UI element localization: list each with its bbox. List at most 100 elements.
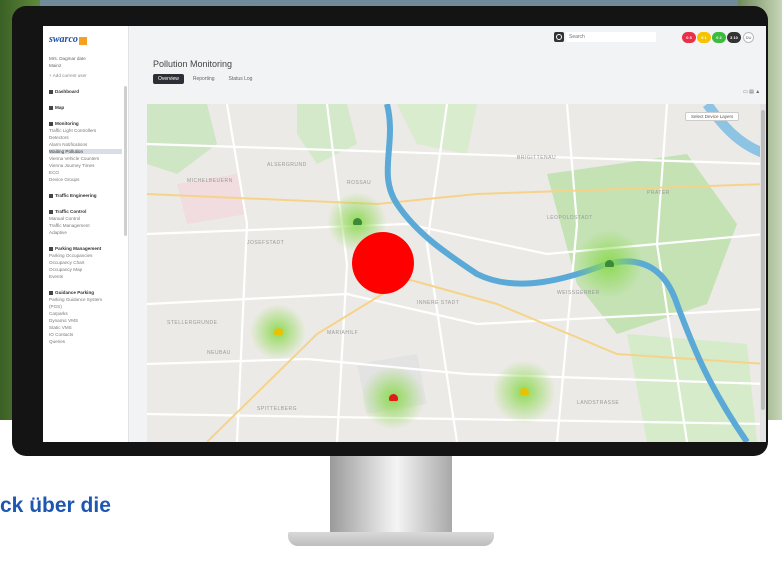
logo[interactable]: swarco: [49, 34, 122, 45]
status-pill-yellow[interactable]: 0 1: [697, 32, 711, 43]
view-toggle-icons[interactable]: ▭ ▤ ▲: [743, 89, 760, 95]
sidebar: swarco Mrs. Dagmar date Mainz + Add curr…: [43, 26, 129, 442]
parking-icon: [49, 246, 53, 251]
district-label: SPITTELBERG: [257, 406, 297, 412]
sidebar-section-label: Map: [55, 105, 65, 110]
district-label: PRATER: [647, 190, 670, 196]
sidebar-item-eco[interactable]: ECO: [49, 170, 122, 175]
sidebar-item-map[interactable]: Map: [49, 105, 122, 110]
search-input[interactable]: [566, 32, 656, 42]
sidebar-item-static-vms[interactable]: Static VMS: [49, 325, 122, 330]
district-label: ALSERGRUND: [267, 162, 307, 168]
district-label: LEOPOLDSTADT: [547, 215, 593, 221]
sidebar-item-detectors[interactable]: Detectors: [49, 135, 122, 140]
sensor-marker-red[interactable]: [389, 394, 398, 401]
district-label: ROSSAU: [347, 180, 371, 186]
user-role: Mainz: [49, 63, 62, 68]
sensor-marker-yellow[interactable]: [274, 328, 283, 335]
sidebar-section-label: Guidance Parking: [55, 290, 95, 295]
sidebar-item-carparks[interactable]: Carparks: [49, 311, 122, 316]
park-area: [147, 104, 217, 174]
sidebar-section-guidance[interactable]: Guidance Parking: [49, 290, 122, 295]
sidebar-section-label: Monitoring: [55, 121, 79, 126]
tab-reporting[interactable]: Reporting: [188, 74, 220, 84]
search-icon[interactable]: [554, 32, 564, 42]
sidebar-section-label: Traffic Control: [55, 209, 87, 214]
user-name: Mrs. Dagmar date: [49, 56, 86, 61]
sensor-marker-green[interactable]: [605, 260, 614, 267]
district-label: MICHELBEUERN: [187, 178, 233, 184]
logo-mark-icon: [78, 36, 87, 45]
district-label: STELLERGRUNDE: [167, 320, 218, 326]
sidebar-item-traffic-engineering[interactable]: Traffic Engineering: [49, 193, 122, 198]
sidebar-item-dashboard[interactable]: Dashboard: [49, 89, 122, 94]
sidebar-item-pollution[interactable]: Waiting Pollution: [49, 149, 122, 154]
sidebar-section-parking[interactable]: Parking Management: [49, 246, 122, 251]
sidebar-item-occupancy-chart[interactable]: Occupancy Chart: [49, 260, 122, 265]
district-label: JOSEFSTADT: [247, 240, 284, 246]
top-bar: 0 3 0 1 0 2 3 10 DU: [129, 26, 766, 48]
district-label: LANDSTRASSE: [577, 400, 619, 406]
engineering-icon: [49, 193, 53, 198]
status-pill-dark[interactable]: 3 10: [727, 32, 741, 43]
district-label: BRIGITTENAU: [517, 155, 556, 161]
sidebar-section-label: Traffic Engineering: [55, 193, 97, 198]
status-pill-label: 0 2: [716, 35, 722, 40]
tab-status-log[interactable]: Status Log: [224, 74, 258, 84]
status-pill-label: 0 3: [686, 35, 692, 40]
district-label: MARIAHILF: [327, 330, 358, 336]
sidebar-item-journey-times[interactable]: Vienna Journey Times: [49, 163, 122, 168]
sidebar-item-vehicle-counters[interactable]: Vienna Vehicle Counters: [49, 156, 122, 161]
dashboard-icon: [49, 89, 53, 94]
logo-text: swarco: [49, 34, 78, 45]
sensor-marker-yellow[interactable]: [520, 388, 529, 395]
sensor-marker-green[interactable]: [353, 218, 362, 225]
sidebar-item-occupancy-map[interactable]: Occupancy Map: [49, 267, 122, 272]
sidebar-item-pgs-abbr[interactable]: (PGS): [49, 304, 122, 309]
sidebar-item-io-contacts[interactable]: IO Contacts: [49, 332, 122, 337]
map-canvas: MICHELBEUERN ALSERGRUND ROSSAU BRIGITTEN…: [147, 104, 766, 442]
sidebar-item-parking-occupancies[interactable]: Parking Occupancies: [49, 253, 122, 258]
sidebar-item-queries[interactable]: Queries: [49, 339, 122, 344]
sidebar-item-traffic-lights[interactable]: Traffic Light Controllers: [49, 128, 122, 133]
sidebar-scrollbar[interactable]: [124, 86, 127, 236]
map-scrollbar[interactable]: [760, 104, 766, 442]
sidebar-section-label: Dashboard: [55, 89, 79, 94]
guidance-icon: [49, 290, 53, 295]
sidebar-section-monitoring[interactable]: Monitoring: [49, 121, 122, 126]
district-label: WEISSGERBER: [557, 290, 600, 296]
sidebar-section-traffic-control[interactable]: Traffic Control: [49, 209, 122, 214]
sidebar-item-adaptive[interactable]: Adaptive: [49, 230, 122, 235]
device-layers-button[interactable]: Select Device Layers: [685, 112, 740, 121]
sidebar-item-device-groups[interactable]: Device Groups: [49, 177, 122, 182]
add-user-link[interactable]: + Add current user: [49, 73, 122, 78]
status-pill-label: 0 1: [701, 35, 707, 40]
sidebar-item-pgs[interactable]: Parking Guidance System: [49, 297, 122, 302]
headline-text: ck über die: [0, 494, 111, 517]
district-label: NEUBAU: [207, 350, 231, 356]
monitor-icon: [49, 121, 53, 126]
sidebar-item-events[interactable]: Events: [49, 274, 122, 279]
status-pill-red[interactable]: 0 3: [682, 32, 696, 43]
sidebar-section-label: Parking Management: [55, 246, 102, 251]
sidebar-item-manual-control[interactable]: Manual Control: [49, 216, 122, 221]
map-icon: [49, 105, 53, 110]
park-area: [297, 104, 357, 164]
tab-overview[interactable]: Overview: [153, 74, 184, 84]
pollution-map[interactable]: MICHELBEUERN ALSERGRUND ROSSAU BRIGITTEN…: [147, 104, 766, 442]
sidebar-item-traffic-management[interactable]: Traffic Management: [49, 223, 122, 228]
park-area: [397, 104, 477, 154]
control-icon: [49, 209, 53, 214]
user-info: Mrs. Dagmar date Mainz: [49, 55, 122, 69]
sidebar-item-alarms[interactable]: Alarm Notifications: [49, 142, 122, 147]
sidebar-item-dynamic-vms[interactable]: Dynamic VMS: [49, 318, 122, 323]
status-pill-label: 3 10: [730, 35, 738, 40]
monitor-base: [288, 532, 494, 546]
tab-bar: Overview Reporting Status Log: [153, 74, 257, 84]
monitor-frame: swarco Mrs. Dagmar date Mainz + Add curr…: [12, 6, 768, 456]
district-label: INNERE STADT: [417, 300, 459, 306]
monitor-stand: [330, 456, 452, 534]
avatar[interactable]: DU: [743, 32, 754, 43]
app-screen: swarco Mrs. Dagmar date Mainz + Add curr…: [43, 26, 766, 442]
status-pill-green[interactable]: 0 2: [712, 32, 726, 43]
